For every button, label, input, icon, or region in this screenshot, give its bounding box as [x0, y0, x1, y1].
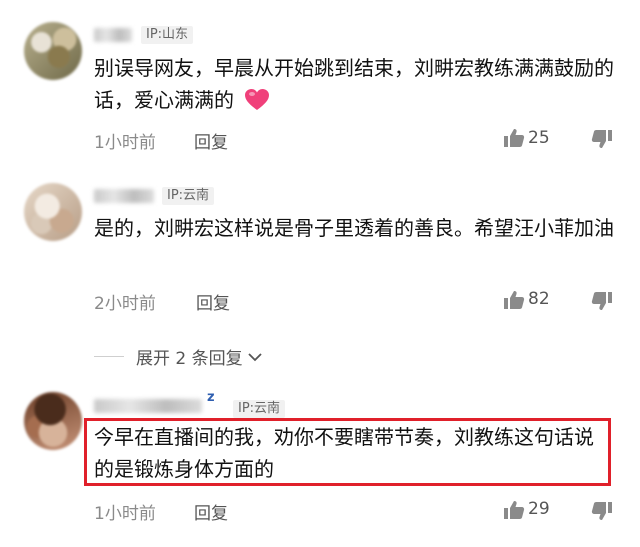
avatar[interactable]: [24, 183, 82, 241]
reply-button[interactable]: 回复: [196, 289, 230, 314]
avatar[interactable]: [24, 22, 82, 80]
timestamp: 2小时前: [94, 294, 156, 314]
timestamp: 1小时前: [94, 133, 156, 153]
username-blurred[interactable]: [94, 189, 154, 203]
thumbs-down-icon[interactable]: [591, 129, 613, 149]
reply-button[interactable]: 回复: [194, 499, 228, 524]
like-count: 82: [528, 289, 550, 309]
username-blurred[interactable]: [94, 399, 202, 413]
expand-replies-label: 展开 2 条回复: [136, 349, 243, 369]
like-count: 29: [528, 499, 550, 519]
comment-text: 别误导网友，早晨从开始跳到结束，刘畊宏教练满满鼓励的话，爱心满满的: [94, 52, 614, 116]
thumbs-down-icon[interactable]: [591, 501, 613, 521]
reply-button[interactable]: 回复: [194, 128, 228, 153]
thumbs-down-icon[interactable]: [591, 291, 613, 311]
divider: [94, 356, 124, 357]
heart-icon: [245, 89, 270, 110]
avatar[interactable]: [24, 392, 82, 450]
thumbs-up-icon[interactable]: [503, 128, 525, 148]
chevron-down-icon: [247, 352, 262, 361]
thumbs-up-icon[interactable]: [503, 290, 525, 310]
timestamp: 1小时前: [94, 504, 156, 524]
highlight-box: [84, 418, 611, 486]
like-count: 25: [528, 128, 550, 148]
ip-location-badge: IP:云南: [233, 400, 286, 418]
expand-replies-button[interactable]: 展开 2 条回复: [94, 344, 263, 369]
comment-text: 是的，刘畊宏这样说是骨子里透着的善良。希望汪小菲加油: [94, 216, 614, 240]
username-suffix: z: [207, 390, 215, 405]
ip-location-badge: IP:山东: [141, 26, 194, 44]
thumbs-up-icon[interactable]: [503, 500, 525, 520]
comment-body: 别误导网友，早晨从开始跳到结束，刘畊宏教练满满鼓励的话，爱心满满的: [94, 56, 614, 112]
ip-location-badge: IP:云南: [162, 187, 215, 205]
username-blurred[interactable]: [94, 28, 132, 42]
